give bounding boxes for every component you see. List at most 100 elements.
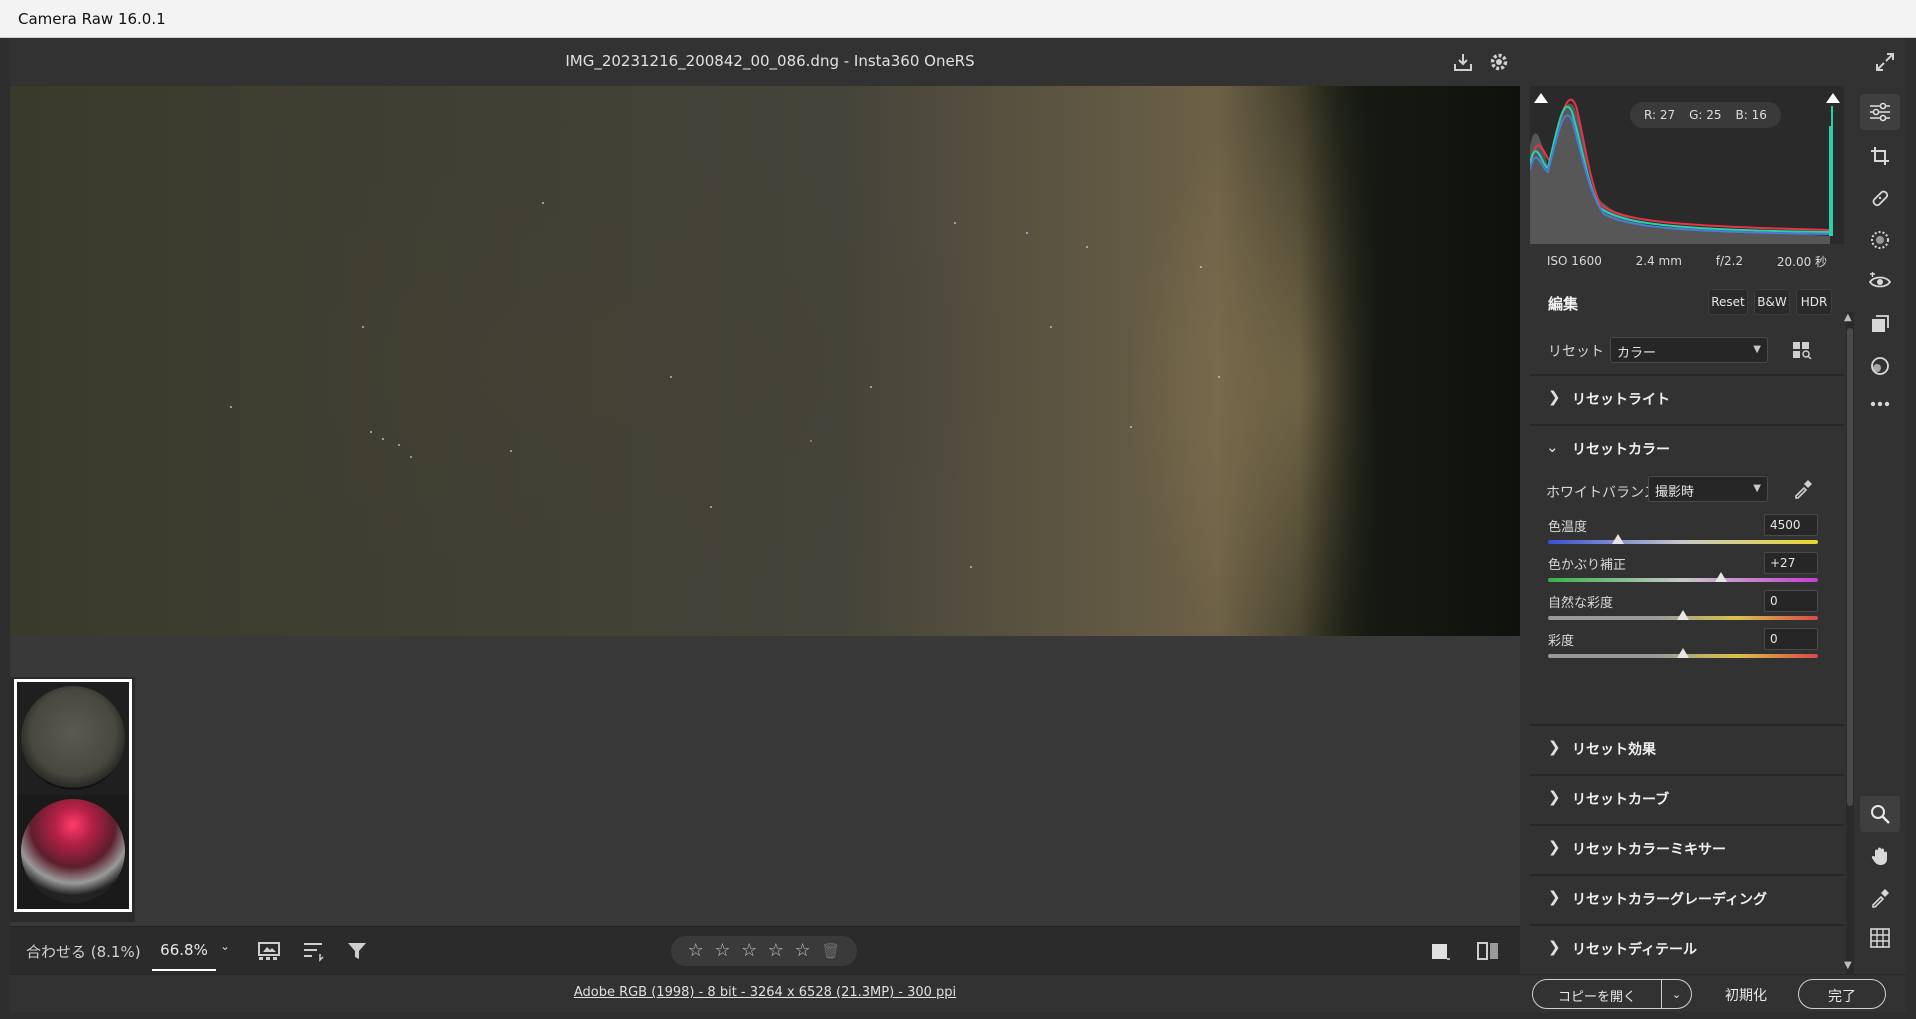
aperture-value: f/2.2	[1715, 254, 1744, 268]
done-button[interactable]: 完了	[1798, 979, 1886, 1009]
slider-handle[interactable]	[1677, 610, 1689, 620]
filmstrip-thumbnail[interactable]	[14, 795, 132, 912]
bw-button[interactable]: B&W	[1754, 289, 1790, 315]
expand-icon[interactable]	[1870, 47, 1900, 77]
slider-vibrance: 自然な彩度 0	[1546, 590, 1818, 628]
slider-handle[interactable]	[1612, 534, 1625, 544]
photo-preview[interactable]	[10, 86, 1520, 636]
iso-value: ISO 1600	[1546, 254, 1602, 268]
zoom-level-field[interactable]: 66.8%	[152, 931, 216, 971]
focal-length-value: 2.4 mm	[1635, 254, 1682, 268]
healing-icon[interactable]	[1860, 180, 1900, 216]
wb-eyedropper-icon[interactable]	[1860, 880, 1900, 916]
image-canvas[interactable]	[10, 86, 1520, 926]
grid-icon[interactable]	[1860, 920, 1900, 956]
section-color-grading[interactable]: ❯ リセットカラーグレーディング	[1530, 874, 1844, 918]
section-detail-label: リセットディテール	[1572, 942, 1698, 958]
section-color-mixer[interactable]: ❯ リセットカラーミキサー	[1530, 824, 1844, 868]
download-icon[interactable]	[1448, 47, 1478, 77]
chevron-right-icon: ❯	[1548, 938, 1561, 956]
slider-handle[interactable]	[1714, 572, 1727, 582]
presets-icon[interactable]	[1860, 306, 1900, 342]
rating-star-icon[interactable]: ☆	[741, 942, 757, 960]
rating-star-icon[interactable]: ☆	[714, 942, 730, 960]
edit-sliders-icon[interactable]	[1860, 94, 1900, 130]
rgb-readout: R: 27 G: 25 B: 16	[1630, 102, 1781, 128]
edit-title: 編集	[1548, 295, 1579, 313]
rating-star-icon[interactable]: ☆	[795, 942, 811, 960]
single-view-icon[interactable]	[1426, 937, 1454, 965]
hand-icon[interactable]	[1860, 838, 1900, 874]
section-color-grading-label: リセットカラーグレーディング	[1572, 892, 1768, 908]
star	[542, 202, 544, 204]
section-light-label: リセットライト	[1572, 392, 1670, 408]
chevron-down-icon: ▼	[1753, 483, 1761, 494]
workflow-options-link[interactable]: Adobe RGB (1998) - 8 bit - 3264 x 6528 (…	[10, 985, 1520, 1000]
crop-icon[interactable]	[1860, 138, 1900, 174]
open-copy-button[interactable]: コピーを開く	[1532, 979, 1662, 1009]
open-options-chevron-icon[interactable]: ⌄	[1662, 979, 1692, 1009]
highlight-clipping-icon[interactable]	[1824, 91, 1842, 105]
slider-track[interactable]	[1548, 578, 1818, 582]
zoom-fit-button[interactable]: 合わせる (8.1%)	[26, 941, 141, 962]
star	[410, 456, 412, 458]
profile-browser-icon[interactable]	[1792, 341, 1814, 363]
star	[670, 376, 672, 378]
star	[510, 450, 512, 452]
profile-select-value: カラー	[1617, 346, 1657, 361]
rating-star-icon[interactable]: ☆	[688, 942, 704, 960]
slider-value-field[interactable]: 0	[1764, 590, 1818, 612]
trash-icon[interactable]: 🗑	[821, 942, 840, 960]
slider-handle[interactable]	[1677, 648, 1689, 658]
rating-star-icon[interactable]: ☆	[768, 942, 784, 960]
filmstrip-toggle-icon[interactable]	[256, 937, 284, 965]
eyedropper-icon[interactable]	[1792, 478, 1814, 504]
slider-value-field[interactable]: 0	[1764, 628, 1818, 650]
section-detail[interactable]: ❯ リセットディテール	[1530, 924, 1844, 968]
filter-icon[interactable]	[344, 937, 372, 965]
panel-scrollbar[interactable]: ▲ ▼	[1844, 312, 1854, 974]
section-color[interactable]: ⌄ リセットカラー	[1530, 424, 1844, 468]
slider-value-field[interactable]: +27	[1764, 552, 1818, 574]
chevron-down-icon[interactable]: ⌄	[220, 939, 230, 953]
star	[870, 386, 872, 388]
shadow-clipping-icon[interactable]	[1532, 91, 1550, 105]
section-light[interactable]: ❯ リセットライト	[1530, 374, 1844, 418]
gear-icon[interactable]	[1484, 47, 1514, 77]
scrollbar-thumb[interactable]	[1847, 328, 1853, 806]
camera-raw-window: IMG_20231216_200842_00_086.dng - Insta36…	[10, 38, 1906, 1012]
status-bar: Adobe RGB (1998) - 8 bit - 3264 x 6528 (…	[10, 974, 1906, 1012]
slider-value-field[interactable]: 4500	[1764, 514, 1818, 536]
red-eye-icon[interactable]	[1860, 264, 1900, 300]
section-effects[interactable]: ❯ リセット効果	[1530, 724, 1844, 768]
profile-label: リセット	[1548, 344, 1604, 360]
before-after-icon[interactable]	[1474, 937, 1502, 965]
more-icon[interactable]	[1860, 386, 1900, 422]
star	[1026, 232, 1028, 234]
slider-label: 色かぶり補正	[1548, 558, 1627, 573]
section-color-label: リセットカラー	[1572, 442, 1670, 458]
section-color-mixer-label: リセットカラーミキサー	[1572, 842, 1726, 858]
slider-track[interactable]	[1548, 540, 1818, 544]
chevron-right-icon: ❯	[1548, 738, 1561, 756]
profile-select[interactable]: カラー ▼	[1610, 337, 1768, 363]
star	[954, 222, 956, 224]
zoom-icon[interactable]	[1860, 796, 1900, 832]
sort-icon[interactable]	[300, 937, 328, 965]
shutter-value: 20.00 秒	[1776, 254, 1828, 269]
section-curve[interactable]: ❯ リセットカーブ	[1530, 774, 1844, 818]
scroll-up-icon[interactable]: ▲	[1844, 312, 1852, 323]
file-title: IMG_20231216_200842_00_086.dng - Insta36…	[565, 52, 975, 70]
slider-temperature: 色温度 4500	[1546, 514, 1818, 552]
hdr-button[interactable]: HDR	[1796, 289, 1832, 315]
star	[970, 566, 972, 568]
snapshots-icon[interactable]	[1860, 348, 1900, 384]
filmstrip-thumbnail[interactable]	[14, 679, 132, 796]
reset-button[interactable]: 初期化	[1702, 979, 1790, 1009]
star	[370, 431, 372, 433]
masking-icon[interactable]	[1860, 222, 1900, 258]
white-balance-select[interactable]: 撮影時 ▼	[1648, 476, 1768, 502]
auto-reset-button[interactable]: Reset	[1708, 289, 1748, 315]
scroll-down-icon[interactable]: ▼	[1844, 960, 1852, 971]
histogram: R: 27 G: 25 B: 16	[1530, 86, 1844, 244]
